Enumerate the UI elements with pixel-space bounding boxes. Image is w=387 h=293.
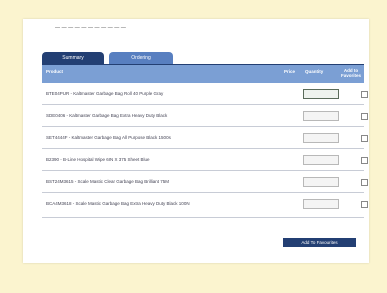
product-name: B2390 - B-Line Hospital Wipe 6IN X 375 S…: [46, 157, 150, 162]
table-row: BST24M3615 - Scale Mastic Clear Garbage …: [42, 171, 368, 193]
table-row: BCA4M3618 - Scale Mastic Garbage Bag Ext…: [42, 193, 368, 218]
product-name: BCA4M3618 - Scale Mastic Garbage Bag Ext…: [46, 201, 190, 206]
table-row: SET4444F - Kaltmaster Garbage Bag All Pu…: [42, 127, 368, 149]
favorite-checkbox[interactable]: [361, 135, 368, 142]
quantity-input[interactable]: [303, 199, 339, 209]
product-name: SET4444F - Kaltmaster Garbage Bag All Pu…: [46, 135, 171, 140]
quantity-input[interactable]: [303, 89, 339, 99]
favorite-checkbox[interactable]: [361, 157, 368, 164]
header-price: Price: [284, 69, 296, 74]
add-to-favourites-button[interactable]: Add To Favourites: [283, 238, 356, 247]
tab-ordering[interactable]: Ordering: [109, 52, 173, 64]
product-name: BST24M3615 - Scale Mastic Clear Garbage …: [46, 179, 170, 184]
table-header: Product Price Quantity Add to Favorites: [42, 64, 364, 83]
top-text: — — — — — — — — — — —: [55, 25, 126, 31]
table-row: SDE0406 - Kaltmaster Garbage Bag Extra H…: [42, 105, 368, 127]
quantity-input[interactable]: [303, 133, 339, 143]
quantity-input[interactable]: [303, 111, 339, 121]
table-row: B2390 - B-Line Hospital Wipe 6IN X 375 S…: [42, 149, 368, 171]
table-row: BTE04PUR - Kaltmaster Garbage Bag Roll 4…: [42, 83, 368, 105]
favorite-checkbox[interactable]: [361, 179, 368, 186]
favorite-checkbox[interactable]: [361, 91, 368, 98]
quantity-input[interactable]: [303, 177, 339, 187]
quantity-input[interactable]: [303, 155, 339, 165]
header-add-to-favorites: Add to Favorites: [340, 68, 361, 78]
product-name: BTE04PUR - Kaltmaster Garbage Bag Roll 4…: [46, 91, 164, 96]
content-panel: — — — — — — — — — — — Summary Ordering P…: [23, 19, 369, 263]
favorite-checkbox[interactable]: [361, 201, 368, 208]
favorite-checkbox[interactable]: [361, 113, 368, 120]
tab-summary[interactable]: Summary: [42, 52, 104, 64]
product-name: SDE0406 - Kaltmaster Garbage Bag Extra H…: [46, 113, 168, 118]
header-quantity: Quantity: [305, 69, 324, 74]
header-product: Product: [46, 69, 64, 74]
product-table: Product Price Quantity Add to Favorites …: [42, 64, 368, 218]
